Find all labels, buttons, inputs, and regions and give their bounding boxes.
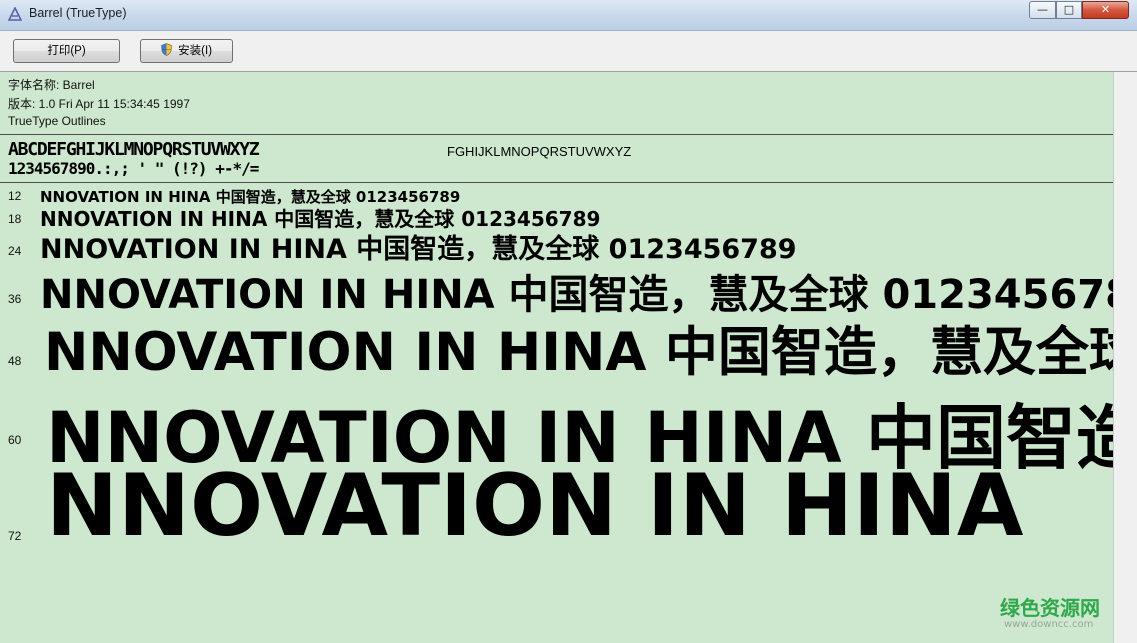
size-label-72: 72 bbox=[8, 529, 22, 543]
install-button-label: 安装(I) bbox=[178, 45, 213, 57]
divider bbox=[0, 182, 1113, 183]
maximize-button[interactable]: □ bbox=[1056, 1, 1082, 19]
sample-line-24: NNOVATION IN HINA 中国智造，慧及全球 0123456789 bbox=[40, 234, 797, 265]
toolbar: 打印(P) 安装(I) bbox=[0, 31, 1137, 72]
print-button[interactable]: 打印(P) bbox=[13, 39, 120, 63]
close-button[interactable]: ✕ bbox=[1082, 1, 1129, 19]
watermark-url: www.downcc.com bbox=[1004, 619, 1094, 630]
maximize-icon: □ bbox=[1063, 3, 1075, 16]
close-icon: ✕ bbox=[1100, 3, 1111, 16]
font-preview-area[interactable]: 字体名称: Barrel 版本: 1.0 Fri Apr 11 15:34:45… bbox=[0, 72, 1113, 643]
font-app-icon bbox=[7, 6, 23, 21]
outline-type-label: TrueType Outlines bbox=[8, 114, 106, 128]
divider bbox=[0, 134, 1113, 135]
version-label: 版本: 1.0 Fri Apr 11 15:34:45 1997 bbox=[8, 97, 190, 111]
size-label-12: 12 bbox=[8, 189, 22, 203]
sample-line-48: NNOVATION IN HINA 中国智造，慧及全球 bbox=[44, 322, 1113, 383]
install-button[interactable]: 安装(I) bbox=[140, 39, 233, 63]
charset-digits-symbols: 1234567890.:,; ' " (!?) +-*/= bbox=[8, 159, 259, 178]
size-label-60: 60 bbox=[8, 433, 22, 447]
minimize-icon: — bbox=[1037, 3, 1048, 16]
charset-uppercase: ABCDEFGHIJKLMNOPQRSTUVWXYZ bbox=[8, 139, 260, 160]
size-label-18: 18 bbox=[8, 212, 22, 226]
print-button-label: 打印(P) bbox=[47, 45, 86, 57]
sample-line-72: NNOVATION IN HINA bbox=[46, 456, 1024, 556]
charset-fallback-uppercase: FGHIJKLMNOPQRSTUVWXYZ bbox=[447, 144, 632, 159]
vertical-scrollbar[interactable] bbox=[1113, 72, 1137, 643]
font-name-label: 字体名称: Barrel bbox=[8, 78, 95, 92]
watermark-logo-text: 绿色资源网 bbox=[1000, 596, 1100, 620]
title-bar[interactable]: Barrel (TrueType) — □ ✕ bbox=[0, 0, 1137, 31]
font-viewer-window: Barrel (TrueType) — □ ✕ 打印(P) 安装(I) 字体名称… bbox=[0, 0, 1137, 643]
size-label-24: 24 bbox=[8, 244, 22, 258]
size-label-36: 36 bbox=[8, 292, 22, 306]
window-title: Barrel (TrueType) bbox=[29, 6, 127, 20]
shield-icon bbox=[161, 43, 172, 56]
minimize-button[interactable]: — bbox=[1029, 1, 1056, 19]
size-label-48: 48 bbox=[8, 354, 22, 368]
